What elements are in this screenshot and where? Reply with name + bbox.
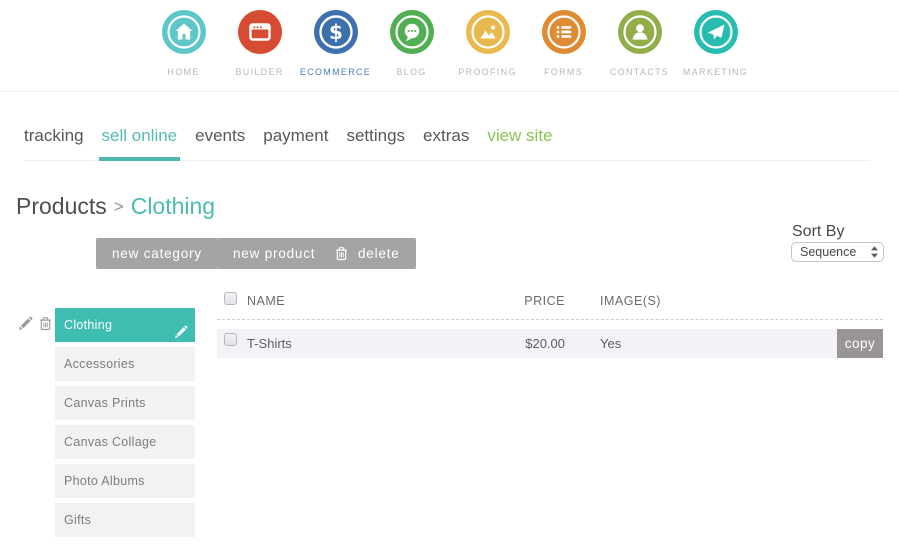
row-checkbox[interactable] bbox=[224, 333, 237, 346]
tab-settings[interactable]: settings bbox=[346, 126, 405, 160]
column-header-images: IMAGE(S) bbox=[600, 294, 661, 308]
nav-item-proofing[interactable]: PROOFING bbox=[450, 0, 526, 91]
delete-category-icon[interactable] bbox=[38, 316, 53, 331]
proofing-icon bbox=[465, 10, 510, 54]
nav-label: PROOFING bbox=[458, 67, 517, 77]
category-item-canvas-collage[interactable]: Canvas Collage bbox=[55, 425, 195, 459]
tab-payment[interactable]: payment bbox=[263, 126, 328, 160]
nav-label: FORMS bbox=[544, 67, 583, 77]
builder-icon bbox=[237, 10, 282, 54]
ecommerce-admin-page: HOME BUILDER $ ECOMMERCE BLOG PROOFING F… bbox=[0, 0, 899, 549]
contacts-icon bbox=[617, 10, 662, 54]
sort-by-select[interactable]: Sequence bbox=[791, 242, 884, 262]
sort-by-value: Sequence bbox=[800, 245, 857, 259]
table-row: T-Shirts $20.00 Yes copy bbox=[217, 329, 883, 358]
nav-label: HOME bbox=[167, 67, 200, 77]
category-label: Photo Albums bbox=[64, 474, 145, 488]
product-images: Yes bbox=[600, 336, 622, 351]
new-product-label: new product bbox=[233, 246, 316, 261]
select-all-checkbox[interactable] bbox=[224, 292, 237, 305]
category-item-gifts[interactable]: Gifts bbox=[55, 503, 195, 537]
category-list: Clothing Accessories Canvas Prints Canva… bbox=[55, 308, 195, 542]
tab-sell-online[interactable]: sell online bbox=[98, 126, 180, 161]
home-icon bbox=[161, 10, 206, 54]
nav-label: BLOG bbox=[396, 67, 427, 77]
products-table: NAME PRICE IMAGE(S) T-Shirts $20.00 Yes … bbox=[217, 290, 883, 358]
new-category-button[interactable]: new category bbox=[96, 238, 218, 269]
breadcrumb: Products > Clothing bbox=[16, 193, 215, 220]
column-header-price: PRICE bbox=[524, 294, 565, 308]
new-category-label: new category bbox=[112, 246, 202, 261]
forms-icon bbox=[541, 10, 586, 54]
nav-label: CONTACTS bbox=[609, 67, 670, 77]
column-header-name: NAME bbox=[247, 294, 286, 308]
nav-item-forms[interactable]: FORMS bbox=[526, 0, 602, 91]
nav-item-home[interactable]: HOME bbox=[146, 0, 222, 91]
nav-label: ECOMMERCE bbox=[299, 67, 372, 77]
nav-item-marketing[interactable]: MARKETING bbox=[678, 0, 754, 91]
table-header: NAME PRICE IMAGE(S) bbox=[217, 290, 883, 320]
tab-tracking[interactable]: tracking bbox=[24, 126, 84, 160]
trash-icon bbox=[334, 246, 349, 261]
category-item-photo-albums[interactable]: Photo Albums bbox=[55, 464, 195, 498]
tab-extras[interactable]: extras bbox=[423, 126, 469, 160]
nav-label: MARKETING bbox=[682, 67, 749, 77]
top-navigation: HOME BUILDER $ ECOMMERCE BLOG PROOFING F… bbox=[0, 0, 899, 92]
breadcrumb-separator: > bbox=[113, 197, 124, 216]
category-label: Gifts bbox=[64, 513, 92, 527]
category-label: Accessories bbox=[64, 357, 135, 371]
sort-by-label: Sort By bbox=[792, 223, 845, 240]
select-arrows-icon bbox=[870, 245, 879, 259]
product-name: T-Shirts bbox=[247, 336, 292, 351]
copy-button[interactable]: copy bbox=[837, 329, 883, 358]
delete-button[interactable]: delete bbox=[318, 238, 416, 269]
tab-view-site[interactable]: view site bbox=[487, 126, 552, 160]
category-item-canvas-prints[interactable]: Canvas Prints bbox=[55, 386, 195, 420]
section-tabs: tracking sell online events payment sett… bbox=[24, 92, 870, 161]
svg-text:$: $ bbox=[329, 20, 343, 44]
blog-icon bbox=[389, 10, 434, 54]
category-label: Clothing bbox=[64, 318, 113, 332]
edit-category-icon[interactable] bbox=[18, 316, 33, 331]
breadcrumb-current-category: Clothing bbox=[130, 193, 216, 219]
nav-item-ecommerce[interactable]: $ ECOMMERCE bbox=[298, 0, 374, 91]
breadcrumb-products[interactable]: Products bbox=[16, 193, 107, 219]
nav-item-contacts[interactable]: CONTACTS bbox=[602, 0, 678, 91]
category-label: Canvas Prints bbox=[64, 396, 146, 410]
tab-events[interactable]: events bbox=[195, 126, 245, 160]
category-label: Canvas Collage bbox=[64, 435, 157, 449]
nav-item-blog[interactable]: BLOG bbox=[374, 0, 450, 91]
delete-label: delete bbox=[358, 246, 400, 261]
marketing-icon bbox=[693, 10, 738, 54]
nav-item-builder[interactable]: BUILDER bbox=[222, 0, 298, 91]
category-item-accessories[interactable]: Accessories bbox=[55, 347, 195, 381]
product-price: $20.00 bbox=[525, 336, 565, 351]
new-product-button[interactable]: new product bbox=[217, 238, 332, 269]
nav-label: BUILDER bbox=[235, 67, 284, 77]
category-item-clothing[interactable]: Clothing bbox=[55, 308, 195, 342]
ecommerce-icon: $ bbox=[313, 10, 358, 54]
